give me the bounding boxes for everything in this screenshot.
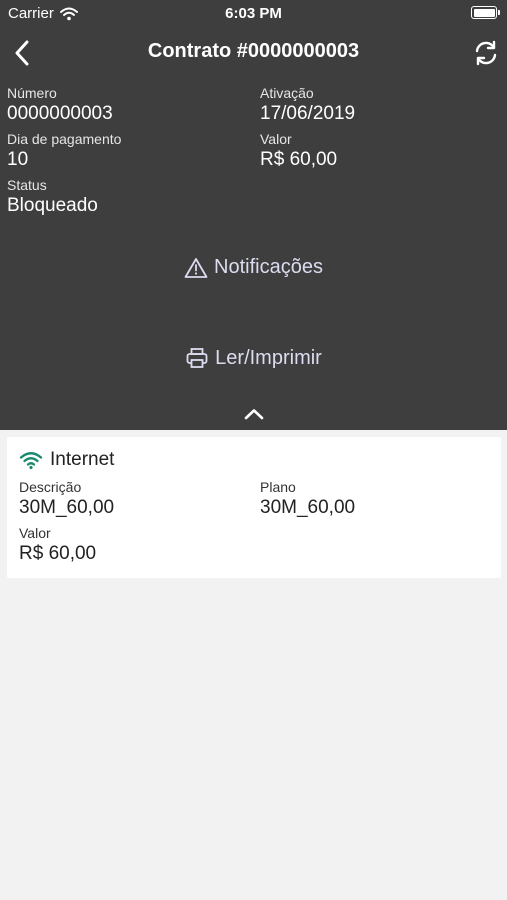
service-valor-label: Valor xyxy=(19,525,51,541)
numero-value: 0000000003 xyxy=(7,103,113,124)
wifi-icon xyxy=(19,452,43,470)
plano-value: 30M_60,00 xyxy=(260,497,356,518)
refresh-button[interactable] xyxy=(469,36,503,70)
field-valor: Valor R$ 60,00 xyxy=(260,130,337,172)
service-field-descricao: Descrição 30M_60,00 xyxy=(19,478,114,520)
service-card-header: Internet xyxy=(19,449,114,471)
printer-icon xyxy=(186,348,208,368)
dia-pagamento-value: 10 xyxy=(7,149,29,170)
notificacoes-label: Notificações xyxy=(214,256,323,278)
descricao-label: Descrição xyxy=(19,479,82,495)
notificacoes-button[interactable]: Notificações xyxy=(0,256,507,279)
service-field-valor: Valor R$ 60,00 xyxy=(19,524,96,566)
chevron-left-icon xyxy=(15,40,29,66)
dia-pagamento-label: Dia de pagamento xyxy=(7,131,122,147)
collapse-button[interactable] xyxy=(238,402,270,426)
service-field-plano: Plano 30M_60,00 xyxy=(260,478,355,520)
ler-imprimir-label: Ler/Imprimir xyxy=(215,346,322,369)
numero-label: Número xyxy=(7,85,57,101)
ativacao-label: Ativação xyxy=(260,85,314,101)
ativacao-value: 17/06/2019 xyxy=(260,103,356,124)
field-status: Status Bloqueado xyxy=(7,176,98,218)
ler-imprimir-button[interactable]: Ler/Imprimir xyxy=(0,346,507,370)
refresh-icon xyxy=(475,40,497,66)
field-numero: Número 0000000003 xyxy=(7,84,113,126)
contract-header-panel: Carrier 6:03 PM Contrato #0000000003 Núm… xyxy=(0,0,507,430)
back-button[interactable] xyxy=(6,36,38,70)
descricao-value: 30M_60,00 xyxy=(19,497,115,518)
battery-icon xyxy=(471,6,500,19)
valor-label: Valor xyxy=(260,131,292,147)
chevron-up-icon xyxy=(244,409,264,420)
service-card-internet[interactable]: Internet Descrição 30M_60,00 Plano 30M_6… xyxy=(7,437,501,578)
service-valor-value: R$ 60,00 xyxy=(19,543,97,564)
field-dia-pagamento: Dia de pagamento 10 xyxy=(7,130,121,172)
valor-value: R$ 60,00 xyxy=(260,149,338,170)
service-title: Internet xyxy=(50,449,115,470)
navigation-bar: Contrato #0000000003 xyxy=(0,30,507,76)
status-label: Status xyxy=(7,177,47,193)
status-bar: Carrier 6:03 PM xyxy=(0,0,507,28)
field-ativacao: Ativação 17/06/2019 xyxy=(260,84,355,126)
warning-icon xyxy=(184,257,208,278)
plano-label: Plano xyxy=(260,479,296,495)
status-time: 6:03 PM xyxy=(225,5,282,22)
page-title: Contrato #0000000003 xyxy=(147,40,360,62)
status-value: Bloqueado xyxy=(7,195,98,216)
